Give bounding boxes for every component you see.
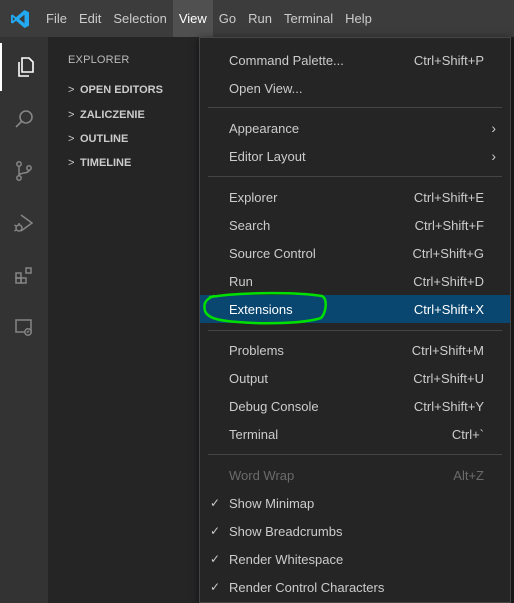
menu-item-show-minimap[interactable]: ✓ Show Minimap — [200, 489, 510, 517]
menu-item-show-breadcrumbs[interactable]: ✓ Show Breadcrumbs — [200, 517, 510, 545]
menu-terminal[interactable]: Terminal — [278, 0, 339, 37]
vscode-logo-icon — [0, 0, 40, 37]
checkmark-icon: ✓ — [210, 580, 221, 594]
section-label: OUTLINE — [80, 133, 129, 145]
checkmark-icon: ✓ — [210, 524, 221, 538]
chevron-right-icon: › — [491, 120, 496, 136]
section-timeline[interactable]: > TIMELINE — [68, 157, 131, 169]
menu-item-output[interactable]: Output Ctrl+Shift+U — [200, 364, 510, 392]
menu-item-render-whitespace[interactable]: ✓ Render Whitespace — [200, 545, 510, 573]
menu-item-word-wrap: Word Wrap Alt+Z — [229, 467, 484, 483]
menu-item-debug-console[interactable]: Debug Console Ctrl+Shift+Y — [200, 392, 510, 420]
checkmark-icon: ✓ — [210, 552, 221, 566]
menu-edit[interactable]: Edit — [73, 0, 107, 37]
extensions-icon[interactable] — [0, 251, 48, 299]
menu-help[interactable]: Help — [339, 0, 378, 37]
chevron-right-icon: > — [68, 133, 75, 145]
menu-item-terminal[interactable]: Terminal Ctrl+` — [200, 420, 510, 448]
chevron-right-icon: > — [68, 157, 75, 169]
menu-item-problems[interactable]: Problems Ctrl+Shift+M — [200, 336, 510, 364]
title-bar: File Edit Selection View Go Run Terminal… — [0, 0, 514, 37]
menu-separator — [208, 176, 502, 177]
section-label: TIMELINE — [80, 157, 132, 169]
menu-item-command-palette[interactable]: Command Palette... Ctrl+Shift+P — [200, 46, 510, 74]
menu-selection[interactable]: Selection — [107, 0, 172, 37]
menu-item-render-control-characters[interactable]: ✓ Render Control Characters — [200, 573, 510, 601]
menu-go[interactable]: Go — [213, 0, 242, 37]
menu-separator — [208, 107, 502, 108]
files-icon[interactable] — [0, 43, 48, 91]
source-control-icon[interactable] — [0, 147, 48, 195]
annotation-ring — [203, 291, 327, 325]
menu-file[interactable]: File — [40, 0, 73, 37]
run-debug-icon[interactable] — [0, 199, 48, 247]
menu-item-editor-layout[interactable]: Editor Layout › — [200, 142, 510, 170]
menu-item-open-view[interactable]: Open View... — [200, 74, 510, 102]
menu-view[interactable]: View — [172, 0, 213, 37]
sidebar-title: EXPLORER — [68, 54, 130, 66]
section-label: ZALICZENIE — [80, 109, 145, 121]
menu-separator — [208, 330, 502, 331]
menu-item-search[interactable]: Search Ctrl+Shift+F — [200, 211, 510, 239]
menu-separator — [208, 454, 502, 455]
remote-explorer-icon[interactable] — [0, 303, 48, 351]
explorer-sidebar: EXPLORER > OPEN EDITORS > ZALICZENIE > O… — [48, 37, 199, 603]
section-label: OPEN EDITORS — [80, 84, 163, 96]
activity-bar — [0, 37, 48, 603]
menu-run[interactable]: Run — [242, 0, 278, 37]
chevron-right-icon: > — [68, 84, 75, 96]
chevron-right-icon: > — [68, 109, 75, 121]
search-icon[interactable] — [0, 95, 48, 143]
section-outline[interactable]: > OUTLINE — [68, 133, 128, 145]
section-zaliczenie[interactable]: > ZALICZENIE — [68, 109, 145, 121]
menu-item-appearance[interactable]: Appearance › — [200, 114, 510, 142]
checkmark-icon: ✓ — [210, 496, 221, 510]
section-open-editors[interactable]: > OPEN EDITORS — [68, 84, 163, 96]
menu-item-explorer[interactable]: Explorer Ctrl+Shift+E — [200, 183, 510, 211]
chevron-right-icon: › — [491, 148, 496, 164]
menu-item-source-control[interactable]: Source Control Ctrl+Shift+G — [200, 239, 510, 267]
